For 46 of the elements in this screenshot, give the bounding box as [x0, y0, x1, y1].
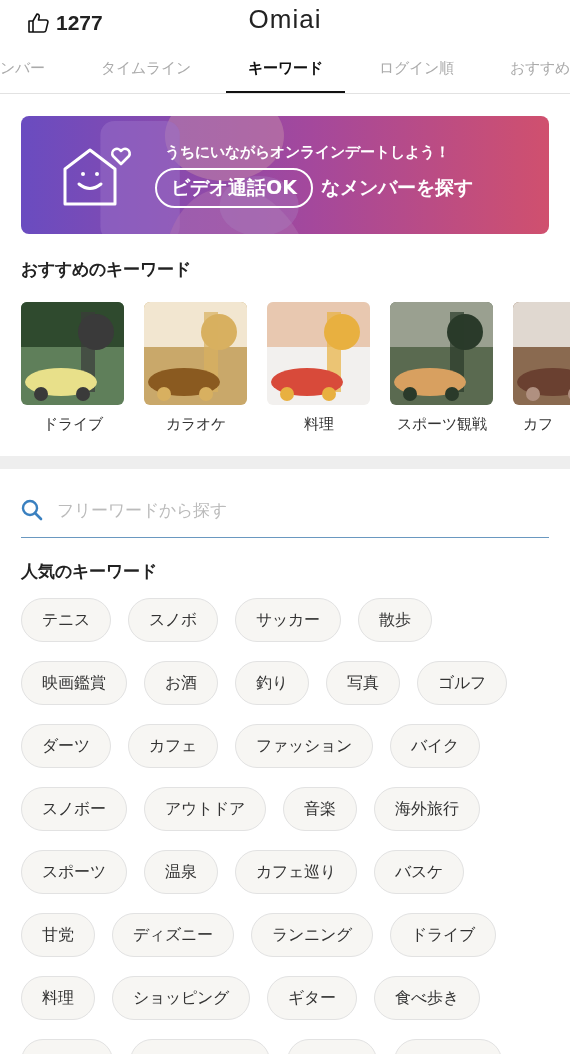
- keyword-chip[interactable]: ディズニー: [112, 913, 234, 957]
- keyword-chip[interactable]: スノボー: [21, 787, 127, 831]
- keyword-chip[interactable]: ランニング: [251, 913, 373, 957]
- video-call-pill: ビデオ通話OK: [155, 167, 313, 208]
- section-title: 人気のキーワード: [21, 560, 158, 583]
- thumbs-up-icon: [27, 10, 51, 35]
- keyword-chip[interactable]: 映画鑑賞: [21, 661, 127, 705]
- keyword-chip[interactable]: 釣り: [235, 661, 309, 705]
- keyword-chip[interactable]: 料理: [21, 976, 95, 1020]
- search-field[interactable]: フリーワードから探す: [55, 499, 549, 521]
- keyword-chip[interactable]: ファッション: [235, 724, 373, 768]
- keyword-chip[interactable]: 海外旅行: [374, 787, 480, 831]
- banner-action: なメンバーを探す: [320, 174, 473, 200]
- section-title: おすすめのキーワード: [21, 258, 192, 281]
- search-icon: [21, 499, 43, 521]
- keyword-label: スポーツ観戦: [396, 415, 487, 434]
- keyword-chip[interactable]: サッカー: [235, 598, 341, 642]
- keyword-label: ドライブ: [42, 415, 103, 434]
- keyword-chip[interactable]: スノボ: [128, 598, 218, 642]
- keyword-chip[interactable]: カフェ: [128, 724, 218, 768]
- banner-tagline: うちにいながらオンラインデートしよう！: [165, 142, 450, 162]
- keyword-chip[interactable]: 音楽: [283, 787, 357, 831]
- keyword-chip[interactable]: 温泉: [144, 850, 218, 894]
- keyword-label: 料理: [303, 415, 334, 434]
- keyword-chip[interactable]: 写真: [326, 661, 400, 705]
- keyword-chip[interactable]: 甘党: [21, 913, 95, 957]
- keyword-chip[interactable]: ゴルフ: [417, 661, 507, 705]
- keyword-chip[interactable]: ギター: [267, 976, 357, 1020]
- keyword-chip[interactable]: アウトドア: [144, 787, 266, 831]
- tab[interactable]: キーワード: [225, 45, 345, 93]
- keyword-label: カラオケ: [165, 415, 226, 434]
- keyword-chip[interactable]: お酒: [144, 661, 218, 705]
- keyword-label: カフ: [523, 415, 553, 434]
- keyword-chip[interactable]: ドライブ: [390, 913, 496, 957]
- keyword-chip[interactable]: スポーツ: [21, 850, 127, 894]
- keyword-chip[interactable]: ショッピング: [112, 976, 250, 1020]
- keyword-chip[interactable]: バイク: [390, 724, 480, 768]
- keyword-chip[interactable]: 散歩: [358, 598, 432, 642]
- keyword-chip[interactable]: テニス: [21, 598, 111, 642]
- app-logo: Omiai: [248, 4, 322, 35]
- video-date-banner[interactable]: うちにいながらオンラインデートしよう！ ビデオ通話OK なメンバーを探す: [21, 116, 549, 234]
- keyword-chip[interactable]: 食べ歩き: [374, 976, 480, 1020]
- keyword-chip[interactable]: カフェ巡り: [235, 850, 357, 894]
- like-count: 1277: [56, 10, 103, 35]
- keyword-chip[interactable]: ダーツ: [21, 724, 111, 768]
- keyword-chip[interactable]: バスケ: [374, 850, 464, 894]
